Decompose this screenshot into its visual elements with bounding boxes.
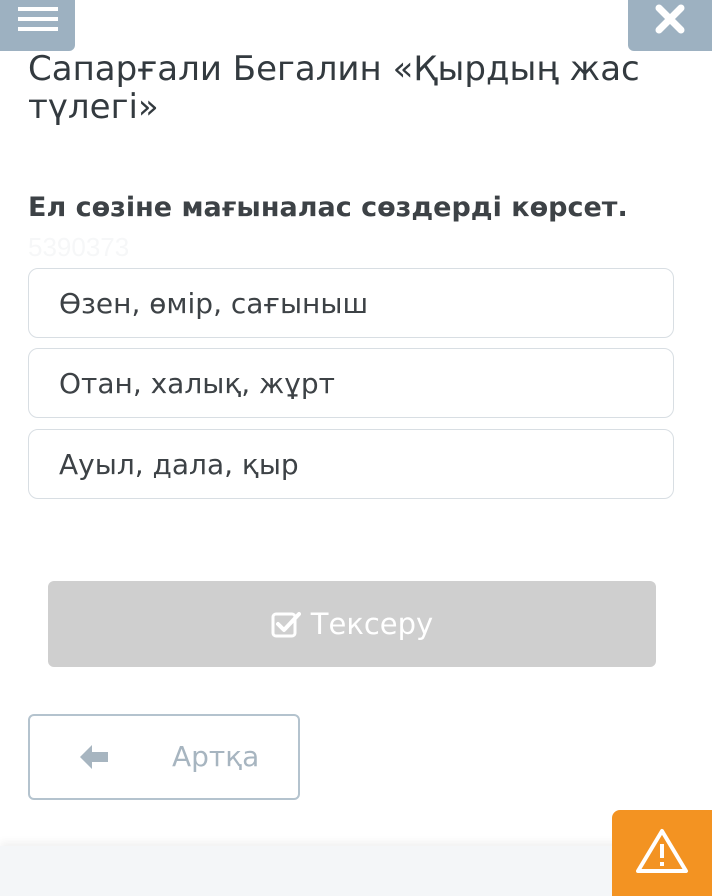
report-problem-button[interactable] bbox=[612, 810, 712, 896]
close-button[interactable] bbox=[628, 0, 712, 51]
answer-option[interactable]: Өзен, өмір, сағыныш bbox=[28, 268, 674, 338]
back-button[interactable]: Артқа bbox=[28, 714, 300, 800]
answer-option[interactable]: Отан, халық, жұрт bbox=[28, 348, 674, 418]
close-x-icon bbox=[655, 4, 685, 39]
check-button[interactable]: Тексеру bbox=[48, 581, 656, 667]
menu-button[interactable] bbox=[0, 0, 75, 51]
back-button-label: Артқа bbox=[172, 740, 260, 773]
page-title: Сапарғали Бегалин «Қырдың жас түлегі» bbox=[28, 49, 640, 127]
answer-option-label: Өзен, өмір, сағыныш bbox=[59, 286, 369, 320]
checkbox-check-icon bbox=[271, 610, 301, 638]
answer-option-label: Ауыл, дала, қыр bbox=[59, 447, 299, 481]
arrow-left-icon bbox=[78, 742, 110, 777]
question-text: Ел сөзіне мағыналас сөздерді көрсет. bbox=[28, 192, 628, 223]
answer-option-label: Отан, халық, жұрт bbox=[59, 366, 335, 400]
warning-triangle-icon bbox=[635, 827, 689, 880]
hamburger-menu-icon bbox=[17, 5, 58, 38]
check-button-label: Тексеру bbox=[310, 607, 434, 641]
question-id: 5390373 bbox=[28, 232, 130, 262]
footer-bar bbox=[0, 846, 712, 896]
answer-option[interactable]: Ауыл, дала, қыр bbox=[28, 429, 674, 499]
